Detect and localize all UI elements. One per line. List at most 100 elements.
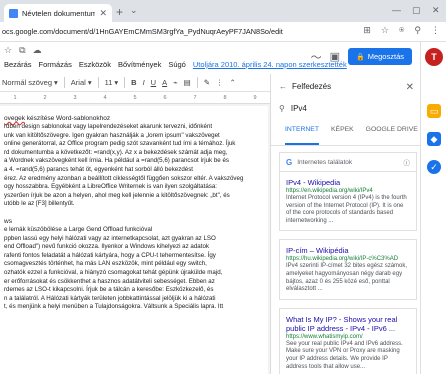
- tab-title: Névtelen dokumentum: [22, 8, 96, 18]
- paragraph-line: rdemes az LSO-t kikapcsolni. Írjuk be a …: [4, 286, 214, 294]
- collapse-toolbar-icon[interactable]: ⌃: [230, 78, 236, 87]
- result-snippet: IPv4 szerinti IP-címet 32 bites egész sz…: [286, 263, 408, 293]
- comment-icon[interactable]: ▤: [184, 78, 191, 87]
- result-url: https://hu.wikipedia.org/wiki/IP-c%C3%AD: [286, 256, 399, 263]
- close-icon[interactable]: ✕: [406, 82, 414, 93]
- docs-favicon-icon: [9, 8, 18, 18]
- tab-close-icon[interactable]: ✕: [99, 8, 107, 19]
- toolbar-divider: [63, 77, 65, 88]
- result-card[interactable]: IP-cím – Wikipédia https://hu.wikipedia.…: [279, 239, 417, 300]
- maximize-icon[interactable]: ▢: [412, 5, 421, 16]
- paragraph-line: érez. Az eredmény azonban a beállított c…: [4, 174, 244, 182]
- url-field[interactable]: ocs.google.com/document/d/1HnGAYEmCMmSM3…: [2, 27, 283, 36]
- paragraph-line: t, és menjünk a helyi menüben a Tulajdon…: [4, 303, 224, 311]
- menu-item-format[interactable]: Formázás: [39, 60, 72, 69]
- avatar[interactable]: T: [425, 48, 443, 66]
- paragraph-line: e lemák küszöbölése a Large Gend Offload…: [4, 225, 153, 233]
- title-text: készítése Word-sablonokhoz: [24, 115, 111, 122]
- link-icon[interactable]: ⌁: [173, 78, 178, 87]
- text-color-button[interactable]: A: [162, 78, 167, 87]
- address-bar[interactable]: ocs.google.com/document/d/1HnGAYEmCMmSM3…: [0, 22, 446, 42]
- results-header: G Internetes találatok ⓘ: [279, 152, 417, 171]
- explore-panel: ← Felfedezés ✕ ⚲ IPv4 INTERNET KÉPEK GOO…: [270, 74, 421, 374]
- italic-button[interactable]: I: [143, 78, 145, 87]
- star-icon[interactable]: ☆: [4, 45, 12, 56]
- search-query[interactable]: IPv4: [291, 104, 307, 113]
- result-snippet: Internet Protocol version 4 (IPv4) is th…: [286, 195, 407, 224]
- result-title[interactable]: What Is My IP? - Shows your real public …: [286, 315, 410, 333]
- panel-search[interactable]: ⚲ IPv4: [279, 104, 307, 113]
- comments-icon[interactable]: ▣: [330, 50, 340, 63]
- menu-item-help[interactable]: Súgó: [168, 60, 186, 69]
- paragraph-line: n a találatról. A Hálózati kártyák terül…: [4, 294, 216, 302]
- share-label: Megosztás: [367, 52, 404, 61]
- menu-item-close[interactable]: Bezárás: [4, 60, 32, 69]
- docs-header: ☆ ⧉ ☁ Bezárás Formázás Eszközök Bővítmén…: [0, 42, 420, 74]
- result-title[interactable]: IP-cím – Wikipédia: [286, 246, 410, 255]
- ruler-mark: 3: [73, 94, 77, 101]
- font-dropdown[interactable]: Arial ▾: [71, 78, 92, 87]
- ruler[interactable]: 1 2 3 4 5 6 7 8 9: [0, 92, 270, 104]
- menu-item-tools[interactable]: Eszközök: [79, 60, 111, 69]
- right-rail: T ▭ ◆ ✓: [420, 42, 446, 374]
- paragraph-line: csomagvesztés történhet, ha más LAN eszk…: [4, 260, 207, 268]
- tab-google-drive[interactable]: GOOGLE DRIVE: [366, 126, 418, 145]
- calendar-icon[interactable]: ◆: [427, 132, 441, 146]
- close-window-icon[interactable]: ✕: [432, 5, 440, 16]
- header-actions: 〜 ▣ 🔒 Megosztás: [311, 48, 412, 65]
- tab-search-icon[interactable]: ⊞: [363, 25, 371, 36]
- share-button[interactable]: 🔒 Megosztás: [348, 48, 412, 65]
- misspelled-word[interactable]: ovegek: [4, 115, 25, 122]
- bold-button[interactable]: B: [131, 78, 136, 87]
- document-page[interactable]: ovegek készítése Word-sablonokhoz rdben …: [0, 106, 268, 374]
- new-tab-icon[interactable]: +: [116, 5, 123, 19]
- panel-tabs: INTERNET KÉPEK GOOGLE DRIVE: [271, 126, 421, 146]
- result-card[interactable]: What Is My IP? - Shows your real public …: [279, 307, 417, 374]
- profile-icon[interactable]: ⚲: [414, 25, 421, 36]
- tasks-icon[interactable]: ✓: [427, 160, 441, 174]
- result-card[interactable]: IPv4 - Wikipedia https://en.wikipedia.or…: [279, 171, 417, 232]
- move-icon[interactable]: ⧉: [19, 45, 25, 56]
- panel-title: Felfedezés: [292, 82, 332, 91]
- ruler-mark: 8: [223, 94, 227, 101]
- document-area: 1 2 3 4 5 6 7 8 9 ovegek készítése Word-…: [0, 92, 270, 374]
- back-arrow-icon[interactable]: ←: [279, 82, 287, 91]
- info-icon[interactable]: ⓘ: [404, 157, 411, 167]
- font-value: Arial: [70, 78, 86, 87]
- activity-icon[interactable]: 〜: [311, 49, 322, 65]
- keep-icon[interactable]: ▭: [427, 104, 441, 118]
- more-options-icon[interactable]: ⋮: [216, 78, 224, 87]
- result-url: https://en.wikipedia.org/wiki/IPv4: [286, 188, 373, 194]
- ruler-mark: 2: [43, 94, 47, 101]
- results-header-label: Internetes találatok: [297, 158, 353, 166]
- browser-tab[interactable]: Névtelen dokumentum ✕: [4, 4, 112, 22]
- extensions-icon[interactable]: ⍟: [399, 25, 404, 36]
- bookmark-star-icon[interactable]: ☆: [381, 25, 389, 36]
- tab-list-icon[interactable]: ⌄: [130, 5, 138, 16]
- paragraph-line: utóbb le az [F3] billentyűt.: [4, 200, 75, 208]
- paragraph-line: a Wordnek vakszövegként kell írnia. Ha p…: [4, 157, 229, 165]
- paragraph-line: ppben lassú egy helyi hálózati vagy az i…: [4, 234, 216, 242]
- browser-menu-icon[interactable]: ⋮: [431, 25, 440, 36]
- result-title[interactable]: IPv4 - Wikipedia: [286, 178, 410, 187]
- tab-images[interactable]: KÉPEK: [331, 126, 354, 145]
- paragraph-line: unk van kitöltőszövegre. Igen gyakran ha…: [4, 131, 220, 139]
- cloud-status-icon[interactable]: ☁: [33, 45, 42, 56]
- paragraph-line: rd dokumentumba a következőt: =rand(x,y)…: [4, 148, 228, 156]
- editing-mode-icon[interactable]: ✎: [204, 78, 210, 87]
- ruler-mark: 5: [133, 94, 137, 101]
- menu-item-addons[interactable]: Bővítmények: [118, 60, 161, 69]
- address-bar-actions: ⊞ ☆ ⍟ ⚲ ⋮: [363, 25, 440, 36]
- font-size-dropdown[interactable]: 11 ▾: [105, 78, 119, 87]
- menu-bar: Bezárás Formázás Eszközök Bővítmények Sú…: [4, 60, 347, 69]
- tab-internet[interactable]: INTERNET: [285, 126, 319, 145]
- underline-button[interactable]: U: [151, 78, 156, 87]
- ruler-mark: 1: [13, 94, 17, 101]
- section-title: ws: [4, 217, 12, 225]
- style-dropdown[interactable]: Normál szöveg ▾: [2, 78, 58, 87]
- ruler-mark: 4: [103, 94, 107, 101]
- minimize-icon[interactable]: —: [392, 5, 401, 15]
- result-snippet: See your real public IPv4 and IPv6 addre…: [286, 340, 403, 370]
- font-size-value: 11: [104, 78, 113, 87]
